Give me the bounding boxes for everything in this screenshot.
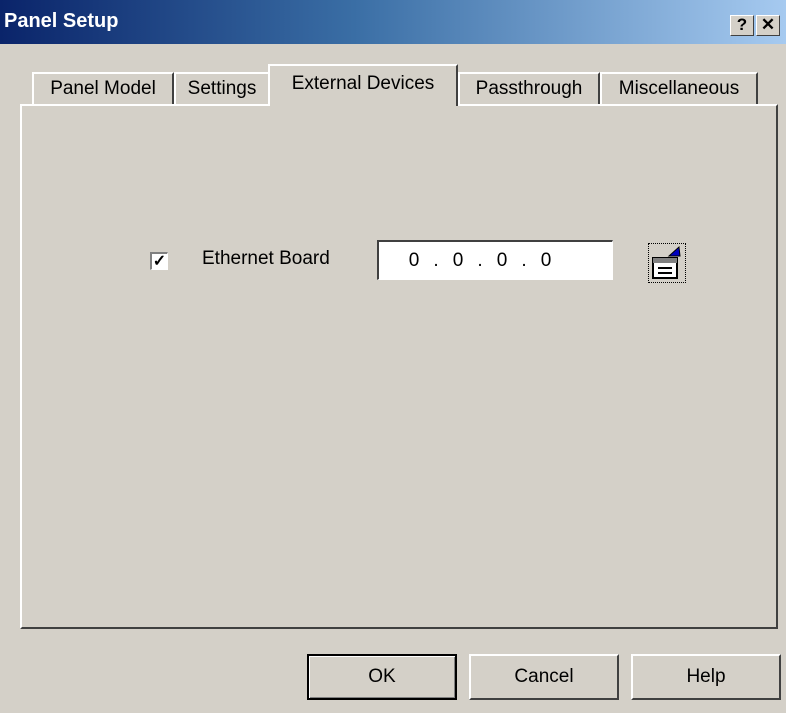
title-bar: Panel Setup ? ✕ (0, 0, 786, 44)
ip-address-field[interactable]: 0 . 0 . 0 . 0 (377, 240, 613, 280)
ip-octet-1[interactable]: 0 (407, 250, 421, 272)
window-title: Panel Setup (4, 10, 119, 32)
tab-panel-model[interactable]: Panel Model (32, 72, 174, 106)
ip-dot: . (477, 249, 483, 271)
ip-octet-4[interactable]: 0 (539, 250, 553, 272)
tab-settings[interactable]: Settings (174, 72, 270, 106)
tab-panel-external-devices (20, 104, 778, 629)
tab-miscellaneous[interactable]: Miscellaneous (600, 72, 758, 106)
tab-external-devices[interactable]: External Devices (268, 64, 458, 106)
ip-octet-3[interactable]: 0 (495, 250, 509, 272)
ethernet-board-label: Ethernet Board (202, 248, 330, 269)
help-title-button[interactable]: ? (730, 15, 754, 36)
ip-dot: . (433, 249, 439, 271)
ethernet-properties-button[interactable] (648, 243, 686, 283)
ok-button[interactable]: OK (307, 654, 457, 700)
tab-passthrough[interactable]: Passthrough (458, 72, 600, 106)
ethernet-board-checkbox[interactable]: ✓ (150, 252, 168, 270)
ip-dot: . (521, 249, 527, 271)
help-button[interactable]: Help (631, 654, 781, 700)
ip-octet-2[interactable]: 0 (451, 250, 465, 272)
properties-icon (652, 245, 681, 279)
cancel-button[interactable]: Cancel (469, 654, 619, 700)
close-button[interactable]: ✕ (756, 15, 780, 36)
